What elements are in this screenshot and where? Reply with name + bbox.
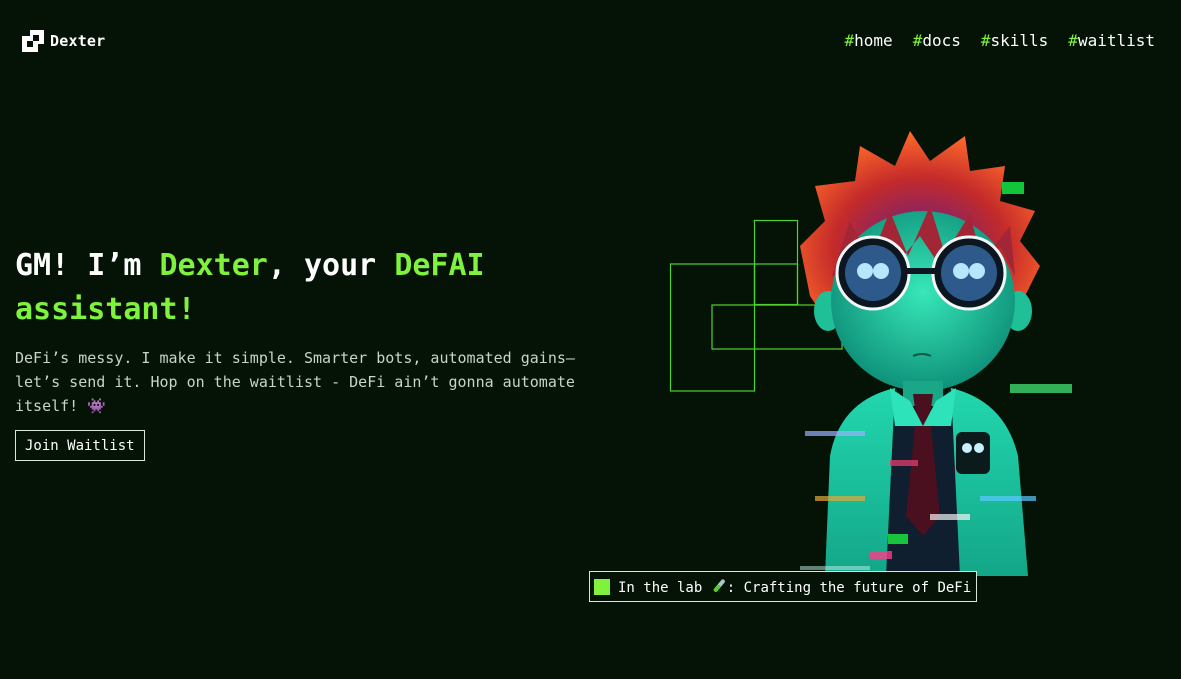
hero-title-text: GM! I’m — [15, 248, 160, 283]
nav-hash: # — [980, 31, 991, 50]
dexter-character-illustration — [800, 131, 1072, 576]
nav-label: skills — [990, 31, 1049, 50]
hero-title: GM! I’m Dexter, your DeFAI assistant! — [15, 244, 575, 332]
dexter-logo-icon — [22, 30, 44, 52]
brand-name: Dexter — [50, 32, 106, 50]
nav-link-home[interactable]: #home — [845, 31, 893, 50]
hero-title-text: , your — [267, 248, 395, 283]
hero-title-accent-assistant: assistant! — [15, 292, 196, 327]
nav-label: waitlist — [1077, 31, 1155, 50]
test-tube-icon — [713, 578, 725, 592]
nav-hash: # — [844, 31, 855, 50]
status-indicator — [594, 578, 610, 595]
brand-logo-link[interactable]: Dexter — [22, 30, 105, 52]
status-text: : Crafting the future of DeFi — [726, 579, 972, 596]
nav-link-docs[interactable]: #docs — [913, 31, 961, 50]
hero-title-accent-defai: DeFAI — [394, 248, 485, 283]
nav-hash: # — [1068, 31, 1078, 50]
join-waitlist-button[interactable]: Join Waitlist — [15, 430, 145, 461]
nav-label: docs — [922, 31, 961, 50]
main-nav: #home #docs #skills #waitlist — [845, 31, 1155, 50]
nav-link-skills[interactable]: #skills — [981, 31, 1048, 50]
hero-title-accent-name: Dexter — [159, 248, 268, 283]
landing-page: Dexter #home #docs #skills #waitlist GM!… — [0, 0, 1181, 679]
hero-subtitle: DeFi’s messy. I make it simple. Smarter … — [15, 349, 575, 415]
nav-link-waitlist[interactable]: #waitlist — [1068, 31, 1155, 50]
in-the-lab-badge: In the lab : Crafting the future of DeFi — [589, 571, 978, 602]
nav-label: home — [854, 31, 893, 50]
status-label: In the lab : Crafting the future of DeFi — [618, 578, 971, 596]
status-label-text: In the lab — [618, 579, 703, 596]
nav-hash: # — [912, 31, 923, 50]
